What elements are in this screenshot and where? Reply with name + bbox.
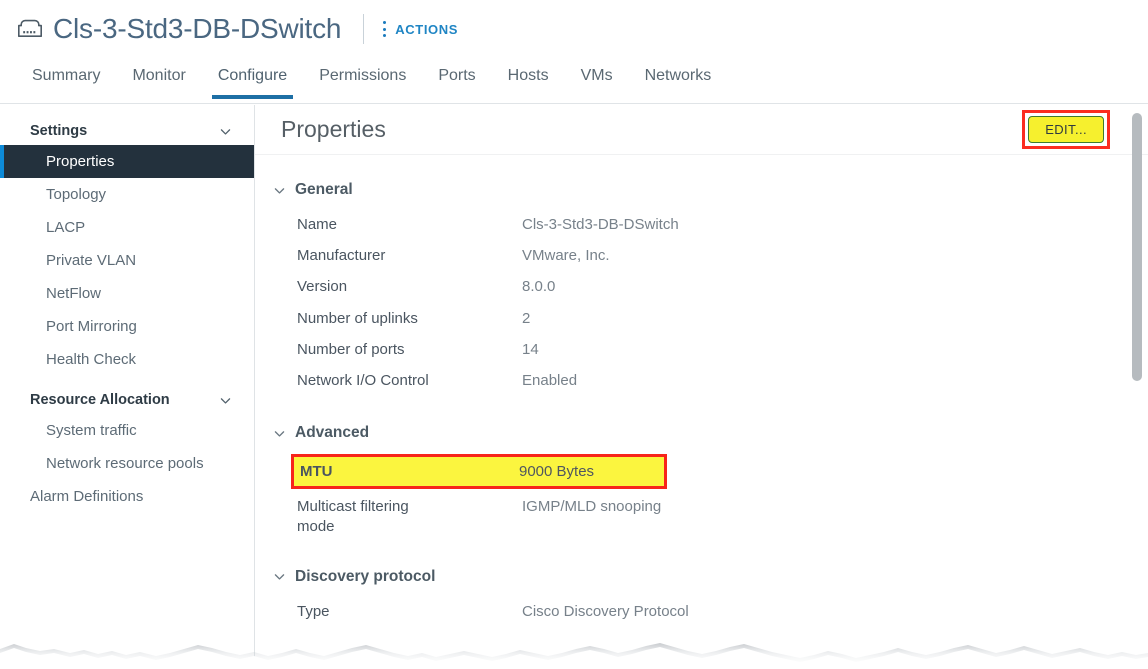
property-value: 8.0.0 xyxy=(522,278,556,296)
property-label: Version xyxy=(297,278,348,296)
tab-hosts[interactable]: Hosts xyxy=(492,58,565,99)
edit-button-annotation: EDIT... xyxy=(1022,109,1110,150)
property-label: Type xyxy=(297,602,330,620)
sidebar-group-resource-allocation[interactable]: Resource Allocation xyxy=(0,386,254,414)
content-body: Settings Properties Topology LACP Privat… xyxy=(0,105,1148,669)
sidebar-item-alarm-definitions-label: Alarm Definitions xyxy=(30,488,144,505)
sidebar-item-port-mirroring-label: Port Mirroring xyxy=(46,318,137,335)
section-advanced-header[interactable]: Advanced xyxy=(255,420,1148,446)
property-value: 9000 Bytes xyxy=(519,463,595,481)
property-label: Network I/O Control xyxy=(297,371,429,389)
property-value: Cls-3-Std3-DB-DSwitch xyxy=(522,216,679,233)
object-header: Cls-3-Std3-DB-DSwitch ACTIONS xyxy=(0,0,1148,58)
sidebar-item-network-resource-pools-label: Network resource pools xyxy=(46,455,204,472)
sidebar-item-properties-label: Properties xyxy=(46,153,115,170)
vertical-ellipsis-icon xyxy=(382,21,386,37)
property-label: MTU xyxy=(300,463,333,481)
vertical-scrollbar-track[interactable] xyxy=(1132,113,1142,635)
property-value: VMware, Inc. xyxy=(522,247,610,265)
vsphere-client-window: Cls-3-Std3-DB-DSwitch ACTIONS Summary Mo… xyxy=(0,0,1148,669)
sidebar-item-private-vlan[interactable]: Private VLAN xyxy=(0,244,254,277)
sidebar-item-private-vlan-label: Private VLAN xyxy=(46,252,137,269)
tab-ports[interactable]: Ports xyxy=(422,58,491,99)
chevron-down-icon xyxy=(220,397,231,404)
header-divider xyxy=(363,14,365,44)
tab-vms[interactable]: VMs xyxy=(565,58,629,99)
properties-scroll-region: General Name Cls-3-Std3-DB-DSwitch Manuf… xyxy=(255,155,1148,627)
sidebar-item-properties[interactable]: Properties xyxy=(0,145,254,178)
section-discovery-protocol-body: Type Cisco Discovery Protocol xyxy=(255,590,1148,627)
sidebar-item-netflow[interactable]: NetFlow xyxy=(0,277,254,310)
property-label: Number of ports xyxy=(297,340,405,358)
table-row: Number of uplinks 2 xyxy=(255,303,1148,334)
chevron-down-icon xyxy=(274,187,285,194)
property-label: Number of uplinks xyxy=(297,309,418,327)
property-label: Manufacturer xyxy=(297,247,386,265)
actions-menu-button[interactable]: ACTIONS xyxy=(382,21,458,37)
property-value: 14 xyxy=(522,340,539,358)
sidebar-group-settings[interactable]: Settings xyxy=(0,117,254,145)
sidebar-item-topology-label: Topology xyxy=(46,186,107,203)
sidebar-item-alarm-definitions[interactable]: Alarm Definitions xyxy=(0,480,254,513)
distributed-switch-icon xyxy=(18,19,42,37)
sidebar-item-network-resource-pools[interactable]: Network resource pools xyxy=(0,447,254,480)
tab-configure[interactable]: Configure xyxy=(202,58,303,99)
settings-sidebar: Settings Properties Topology LACP Privat… xyxy=(0,105,255,669)
page-title: Properties xyxy=(281,116,386,142)
primary-tab-bar: Summary Monitor Configure Permissions Po… xyxy=(0,58,1148,104)
edit-button[interactable]: EDIT... xyxy=(1028,115,1104,144)
chevron-down-icon xyxy=(274,430,285,437)
property-value: Cisco Discovery Protocol xyxy=(522,602,689,620)
actions-label: ACTIONS xyxy=(395,21,458,37)
sidebar-item-system-traffic[interactable]: System traffic xyxy=(0,414,254,447)
table-row: Manufacturer VMware, Inc. xyxy=(255,240,1148,271)
property-value: IGMP/MLD snooping xyxy=(522,498,662,516)
section-discovery-protocol: Discovery protocol Type Cisco Discovery … xyxy=(255,564,1148,627)
section-general: General Name Cls-3-Std3-DB-DSwitch Manuf… xyxy=(255,177,1148,396)
section-advanced-body: MTU 9000 Bytes Multicast filtering mode … xyxy=(255,446,1148,542)
sidebar-group-settings-label: Settings xyxy=(30,123,88,139)
sidebar-item-lacp[interactable]: LACP xyxy=(0,211,254,244)
tab-networks[interactable]: Networks xyxy=(629,58,728,99)
tab-summary[interactable]: Summary xyxy=(16,58,116,99)
section-advanced-title: Advanced xyxy=(295,424,370,442)
page-object-title: Cls-3-Std3-DB-DSwitch xyxy=(53,13,342,44)
table-row-mtu-highlighted: MTU 9000 Bytes xyxy=(291,454,667,490)
properties-pane: Properties EDIT... General Name Cls-3-St… xyxy=(255,105,1148,669)
property-label: Multicast filtering mode xyxy=(297,498,409,535)
table-row: Name Cls-3-Std3-DB-DSwitch xyxy=(255,209,1148,240)
table-row: Version 8.0.0 xyxy=(255,271,1148,302)
section-discovery-protocol-title: Discovery protocol xyxy=(295,567,436,585)
sidebar-item-health-check[interactable]: Health Check xyxy=(0,343,254,376)
chevron-down-icon xyxy=(274,574,285,580)
property-label: Name xyxy=(297,216,338,233)
sidebar-group-resource-allocation-label: Resource Allocation xyxy=(30,392,170,408)
sidebar-item-netflow-label: NetFlow xyxy=(46,285,102,302)
table-row: Type Cisco Discovery Protocol xyxy=(255,596,1148,627)
table-row: Number of ports 14 xyxy=(255,334,1148,365)
tab-monitor[interactable]: Monitor xyxy=(116,58,201,99)
section-general-title: General xyxy=(295,181,353,198)
table-row: Network I/O Control Enabled xyxy=(255,365,1148,396)
sidebar-item-topology[interactable]: Topology xyxy=(0,178,254,211)
section-general-body: Name Cls-3-Std3-DB-DSwitch Manufacturer … xyxy=(255,203,1148,396)
section-advanced: Advanced MTU 9000 Bytes Multicast filter… xyxy=(255,420,1148,542)
table-row: Multicast filtering mode IGMP/MLD snoopi… xyxy=(255,491,1148,541)
property-value: Enabled xyxy=(522,371,578,389)
sidebar-item-health-check-label: Health Check xyxy=(46,351,137,368)
vertical-scrollbar-thumb[interactable] xyxy=(1132,113,1142,381)
sidebar-item-lacp-label: LACP xyxy=(46,219,86,236)
sidebar-item-port-mirroring[interactable]: Port Mirroring xyxy=(0,310,254,343)
property-value: 2 xyxy=(522,309,531,327)
properties-header: Properties EDIT... xyxy=(255,105,1148,155)
section-general-header[interactable]: General xyxy=(255,177,1148,203)
chevron-down-icon xyxy=(220,128,231,135)
tab-permissions[interactable]: Permissions xyxy=(303,58,422,99)
section-discovery-protocol-header[interactable]: Discovery protocol xyxy=(255,564,1148,590)
sidebar-item-system-traffic-label: System traffic xyxy=(46,422,137,439)
